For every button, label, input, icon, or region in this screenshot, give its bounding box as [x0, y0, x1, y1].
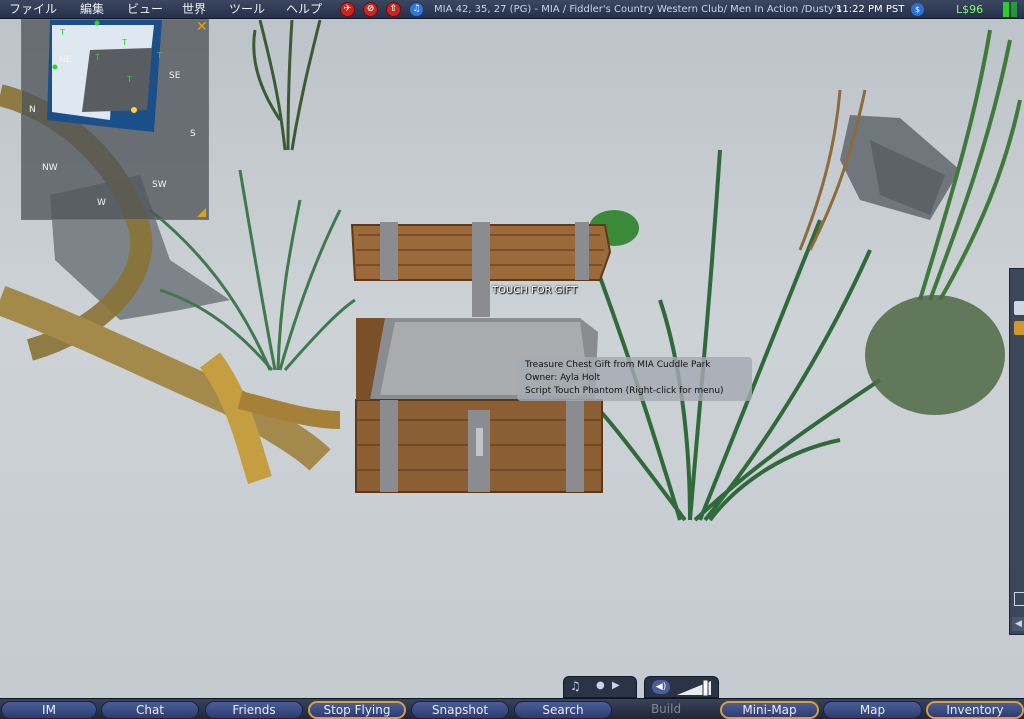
music-icon[interactable]: ♫: [570, 677, 581, 695]
hover-tooltip: Treasure Chest Gift from MIA Cuddle Park…: [517, 357, 752, 401]
grass-right: [588, 149, 882, 522]
shrub-far-right: [865, 295, 1005, 415]
menu-file[interactable]: ファイル: [9, 0, 57, 19]
menu-edit[interactable]: 編集: [80, 0, 104, 19]
svg-text:T: T: [94, 53, 100, 62]
close-icon[interactable]: ✕: [196, 20, 208, 34]
tooltip-line-owner: Owner: Ayla Holt: [525, 373, 601, 383]
friends-button[interactable]: Friends: [205, 701, 303, 719]
tooltip-line-script: Script Touch Phantom (Right-click for me…: [525, 386, 724, 396]
map-button[interactable]: Map: [823, 701, 922, 719]
tooltip-line-name: Treasure Chest Gift from MIA Cuddle Park: [525, 360, 711, 370]
svg-text:T: T: [59, 28, 65, 37]
compass-sw: SW: [152, 180, 167, 190]
no-fly-icon[interactable]: ✈: [340, 2, 355, 17]
svg-text:T: T: [121, 38, 127, 47]
side-panel-edge[interactable]: ◀: [1009, 268, 1024, 635]
chat-button[interactable]: Chat: [101, 701, 199, 719]
scroll-left-icon[interactable]: ◀: [1012, 617, 1024, 631]
menu-bar: ファイル 編集 ビュー 世界 ツール ヘルプ ✈ ⊘ ⇧ ♫ MIA 42, 3…: [0, 0, 1024, 19]
minimap-panel[interactable]: T T T T T NE N SE S NW SW W ✕: [21, 19, 209, 220]
svg-text:T: T: [156, 51, 162, 60]
volume-controls: ◀): [644, 676, 719, 698]
lid-strap-right: [575, 222, 589, 280]
compass-se: SE: [169, 71, 181, 81]
lid-strap-left: [380, 222, 398, 280]
stop-icon[interactable]: ●: [596, 677, 605, 695]
float-text: TOUCH FOR GIFT: [492, 285, 578, 296]
menu-view[interactable]: ビュー: [127, 0, 163, 19]
panel-tab[interactable]: [1014, 301, 1024, 315]
no-push-icon[interactable]: ⇧: [386, 2, 401, 17]
compass-w: W: [97, 198, 106, 208]
mini-map-button[interactable]: Mini-Map: [720, 701, 819, 719]
snapshot-button[interactable]: Snapshot: [411, 701, 509, 719]
voice-icon[interactable]: ♫: [409, 2, 424, 17]
balance[interactable]: L$96: [956, 0, 983, 19]
menu-help[interactable]: ヘルプ: [286, 0, 322, 19]
media-controls: ♫ ● ▶: [563, 676, 637, 698]
compass-n: N: [29, 105, 36, 115]
play-icon[interactable]: ▶: [612, 677, 620, 695]
buy-currency-icon[interactable]: $: [911, 3, 924, 16]
compass-s: S: [190, 129, 196, 139]
menu-world[interactable]: 世界: [182, 0, 206, 19]
volume-slider[interactable]: [677, 680, 713, 696]
stop-flying-button[interactable]: Stop Flying: [308, 701, 406, 719]
no-build-icon[interactable]: ⊘: [363, 2, 378, 17]
im-button[interactable]: IM: [1, 701, 97, 719]
inventory-button[interactable]: Inventory: [926, 701, 1024, 719]
panel-tab-active[interactable]: [1014, 321, 1024, 335]
body-strap-left: [380, 400, 398, 492]
clock: 11:22 PM PST: [836, 4, 905, 15]
svg-text:T: T: [126, 75, 132, 84]
grass-top: [252, 19, 322, 151]
bandwidth-meter: [1011, 2, 1017, 17]
build-button[interactable]: Build: [617, 701, 715, 719]
compass-ne: NE: [59, 55, 72, 65]
bottom-toolbar: IM Chat Friends Stop Flying Snapshot Sea…: [0, 698, 1024, 719]
menu-tools[interactable]: ツール: [229, 0, 265, 19]
health-meter: [1003, 2, 1009, 17]
lid-strap-mid: [472, 222, 490, 317]
minimap-graphics: T T T T T: [47, 20, 162, 132]
resize-handle-icon[interactable]: [197, 208, 206, 217]
panel-checkbox[interactable]: [1014, 592, 1024, 606]
location-text[interactable]: MIA 42, 35, 27 (PG) - MIA / Fiddler's Co…: [434, 0, 842, 19]
body-strap-right: [566, 400, 584, 492]
speaker-icon[interactable]: ◀): [652, 680, 670, 694]
search-button[interactable]: Search: [514, 701, 612, 719]
compass-nw: NW: [42, 163, 58, 173]
